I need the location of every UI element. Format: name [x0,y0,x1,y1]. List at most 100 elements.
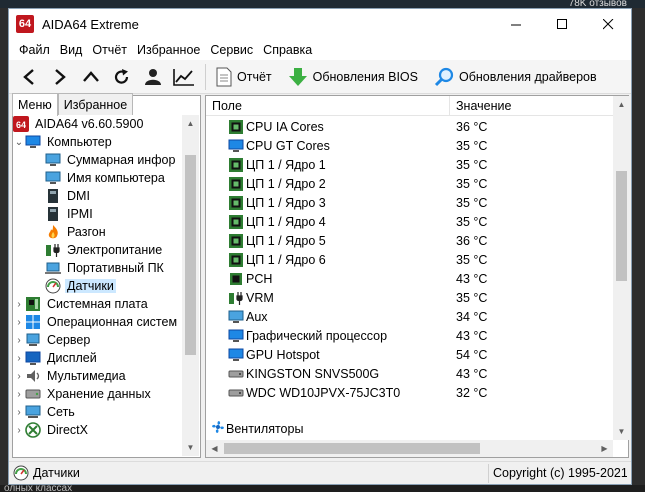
scroll-right-icon[interactable]: ▶ [596,440,613,457]
motherboard-icon [25,296,41,312]
menu-help[interactable]: Справка [258,43,317,57]
tree-item-directx[interactable]: › DirectX [13,421,182,439]
chart-button[interactable] [168,63,199,91]
tree-item-os[interactable]: › Операционная систем [13,313,182,331]
refresh-button[interactable] [106,63,137,91]
sensor-row[interactable]: ЦП 1 / Ядро 1 35 °C [206,155,613,174]
maximize-button[interactable] [539,9,585,39]
speaker-icon [25,368,41,384]
tree-item-sensors[interactable]: Датчики [13,277,182,295]
sensor-row[interactable]: CPU GT Cores 35 °C [206,136,613,155]
sensor-row[interactable]: ЦП 1 / Ядро 2 35 °C [206,174,613,193]
sensor-name: ЦП 1 / Ядро 6 [246,252,326,267]
cpu-chip-icon [228,119,244,135]
close-button[interactable] [585,9,631,39]
sensor-row[interactable]: CPU IA Cores 36 °C [206,117,613,136]
drive-icon [228,366,244,382]
tree-item-label: Сервер [47,333,91,347]
tree-item-label: DirectX [47,423,88,437]
sensor-row[interactable]: ЦП 1 / Ядро 6 35 °C [206,250,613,269]
sensor-name-cell: ЦП 1 / Ядро 6 [206,252,450,268]
menu-service[interactable]: Сервис [205,43,258,57]
sensor-name-cell: ЦП 1 / Ядро 5 [206,233,450,249]
sensor-row[interactable]: VRM 35 °C [206,288,613,307]
list-vertical-scrollbar[interactable]: ▲ ▼ [613,96,630,440]
sensor-name-cell: CPU GT Cores [206,138,450,154]
tree-item-portable[interactable]: Портативный ПК [13,259,182,277]
scroll-up-icon[interactable]: ▲ [182,115,199,132]
sensor-row[interactable]: Aux 34 °C [206,307,613,326]
scroll-left-icon[interactable]: ◀ [206,440,223,457]
tree-item-multimedia[interactable]: › Мультимедиа [13,367,182,385]
tree-item-network[interactable]: › Сеть [13,403,182,421]
tree-item-root[interactable]: 64 AIDA64 v6.60.5900 [13,115,182,133]
tree-item-server[interactable]: › Сервер [13,331,182,349]
tree-item-computer-name[interactable]: Имя компьютера [13,169,182,187]
minimize-button[interactable] [493,9,539,39]
tree-item-display[interactable]: › Дисплей [13,349,182,367]
toolbar: Отчёт Обновления BIOS Обновления драйвер… [9,60,631,94]
forward-button[interactable] [44,63,75,91]
sensor-value: 35 °C [456,290,488,305]
sensor-row[interactable]: KINGSTON SNVS500G 43 °C [206,364,613,383]
expand-chevron-icon[interactable]: › [13,331,25,349]
list-horizontal-scrollbar[interactable]: ◀ ▶ [206,440,613,457]
scroll-thumb[interactable] [224,443,480,454]
group-fans[interactable]: Вентиляторы [206,419,613,437]
title-bar[interactable]: 64 AIDA64 Extreme [9,9,631,39]
tree-item-power[interactable]: Электропитание [13,241,182,259]
tree-item-ipmi[interactable]: IPMI [13,205,182,223]
collapse-chevron-icon[interactable]: ⌄ [13,133,25,151]
sensor-row[interactable]: Графический процессор 43 °C [206,326,613,345]
scroll-down-icon[interactable]: ▼ [613,423,630,440]
tree-item-dmi[interactable]: DMI [13,187,182,205]
expand-chevron-icon[interactable]: › [13,385,25,403]
menu-report[interactable]: Отчёт [87,43,132,57]
tree-item-motherboard[interactable]: › Системная плата [13,295,182,313]
tree-item-label: Компьютер [47,135,112,149]
column-header-value[interactable]: Значение [450,96,511,116]
sensor-row[interactable]: ЦП 1 / Ядро 4 35 °C [206,212,613,231]
expand-chevron-icon[interactable]: › [13,349,25,367]
report-button[interactable]: Отчёт [212,63,276,91]
menu-file[interactable]: Файл [14,43,55,57]
scroll-thumb[interactable] [616,171,627,281]
menu-favorites[interactable]: Избранное [132,43,205,57]
desktop-background-right [632,8,645,485]
menu-view[interactable]: Вид [55,43,88,57]
tab-favorites[interactable]: Избранное [57,93,134,115]
expand-chevron-icon[interactable]: › [13,295,25,313]
sensor-row[interactable]: ЦП 1 / Ядро 3 35 °C [206,193,613,212]
expand-chevron-icon[interactable]: › [13,403,25,421]
sensor-value: 36 °C [456,119,488,134]
tree-item-summary[interactable]: Суммарная инфор [13,151,182,169]
back-button[interactable] [13,63,44,91]
refresh-icon [114,68,128,84]
user-button[interactable] [137,63,168,91]
tree-item-label: Системная плата [47,297,148,311]
bios-update-button[interactable]: Обновления BIOS [284,63,422,91]
monitor-icon [228,309,244,325]
tree-item-label: DMI [67,189,90,203]
scroll-down-icon[interactable]: ▼ [182,439,199,456]
tree-item-computer[interactable]: ⌄ Компьютер [13,133,182,151]
user-icon [144,68,161,85]
expand-chevron-icon[interactable]: › [13,313,25,331]
navigation-scrollbar[interactable]: ▲ ▼ [182,115,199,456]
tree-item-overclock[interactable]: Разгон [13,223,182,241]
up-button[interactable] [75,63,106,91]
tree-item-label: IPMI [67,207,93,221]
scroll-thumb[interactable] [185,155,196,355]
tree-item-storage[interactable]: › Хранение данных [13,385,182,403]
expand-chevron-icon[interactable]: › [13,367,25,385]
sensor-row[interactable]: PCH 43 °C [206,269,613,288]
expand-chevron-icon[interactable]: › [13,421,25,439]
driver-update-button[interactable]: Обновления драйверов [430,63,601,91]
column-header-field[interactable]: Поле [206,96,450,116]
sensor-row[interactable]: WDC WD10JPVX-75JC3T0 32 °C [206,383,613,402]
scroll-up-icon[interactable]: ▲ [613,96,630,113]
tree-item-label: Электропитание [67,243,163,257]
tab-menu[interactable]: Меню [12,93,58,116]
sensor-row[interactable]: GPU Hotspot 54 °C [206,345,613,364]
sensor-row[interactable]: ЦП 1 / Ядро 5 36 °C [206,231,613,250]
